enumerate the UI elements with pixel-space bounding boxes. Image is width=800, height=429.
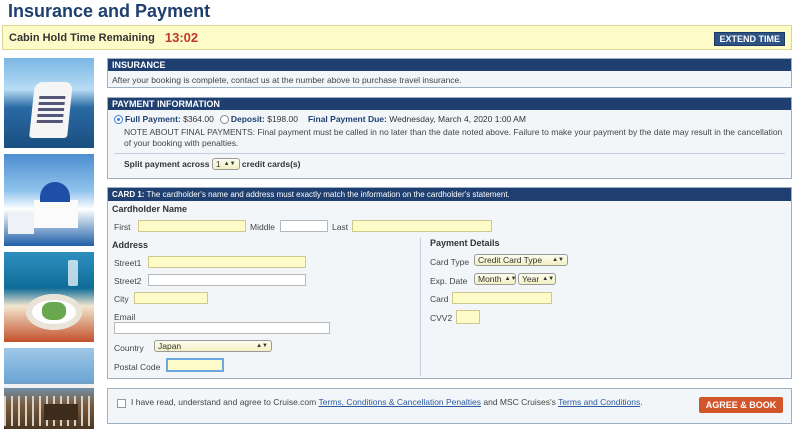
payment-details-heading: Payment Details [430,238,500,248]
chevron-updown-icon: ▲▼ [542,276,555,282]
chevron-updown-icon: ▲▼ [223,161,236,167]
final-payment-note: NOTE ABOUT FINAL PAYMENTS: Final payment… [124,127,783,148]
column-divider [420,238,421,376]
city-input[interactable] [134,292,208,304]
street1-input[interactable] [148,256,306,268]
split-payment-row: Split payment across 1 ▲▼ credit cards(s) [124,158,791,170]
exp-month-select[interactable]: Month ▲▼ [474,273,517,285]
full-payment-label[interactable]: Full Payment: [125,114,181,124]
dining-photo [4,252,94,342]
church-shape [34,200,78,228]
deposit-amount: $198.00 [267,114,298,124]
dome-shape [40,182,70,202]
card-header: CARD 1: The cardholder's name and addres… [108,188,791,201]
balcony-photo [4,348,94,429]
country-value: Japan [158,341,182,351]
extend-time-button[interactable]: EXTEND TIME [714,32,785,46]
split-suffix: credit cards(s) [241,159,301,169]
card-number-input[interactable] [452,292,552,304]
insurance-section: INSURANCE After your booking is complete… [107,58,792,88]
split-count-value: 1 [215,159,221,169]
card-type-select[interactable]: Credit Card Type ▲▼ [474,254,568,266]
card-number-label: CARD 1: [112,190,145,199]
payment-info-section: PAYMENT INFORMATION Full Payment: $364.0… [107,97,792,179]
insurance-header: INSURANCE [108,59,791,71]
agree-suffix: . [640,397,643,407]
agree-text: I have read, understand and agree to Cru… [131,397,651,408]
city-label: City [114,294,129,304]
exp-year-value: Year [522,274,540,284]
address-heading: Address [112,240,149,250]
glass-shape [68,260,78,286]
rail-shape [4,384,94,388]
country-select[interactable]: Japan ▲▼ [154,340,272,352]
deposit-label[interactable]: Deposit: [231,114,265,124]
msc-terms-link[interactable]: Terms and Conditions [558,397,640,407]
street2-label: Street2 [114,276,142,286]
payment-options-row: Full Payment: $364.00 Deposit: $198.00 F… [114,114,791,124]
street2-input[interactable] [148,274,306,286]
payment-info-header: PAYMENT INFORMATION [108,98,791,110]
card-type-value: Credit Card Type [478,255,543,265]
building-shape [8,212,34,234]
exp-year-select[interactable]: Year ▲▼ [518,273,556,285]
exp-date-label: Exp. Date [430,276,468,286]
chairs-shape [44,404,78,420]
hold-time-bar: Cabin Hold Time Remaining 13:02 EXTEND T… [2,25,792,50]
exp-month-value: Month [478,274,502,284]
page-title: Insurance and Payment [8,1,211,21]
country-label: Country [114,343,144,353]
final-due-date: Wednesday, March 4, 2020 1:00 AM [389,114,526,124]
cvv-label: CVV2 [430,313,453,323]
email-label: Email [114,312,136,322]
cruise-terms-link[interactable]: Terms, Conditions & Cancellation Penalti… [318,397,481,407]
hold-timer: 13:02 [164,30,199,45]
agree-middle: and MSC Cruises's [483,397,556,407]
chevron-updown-icon: ▲▼ [552,257,564,263]
cruise-ship-photo [4,58,94,148]
agree-prefix: I have read, understand and agree to Cru… [131,397,317,407]
middle-name-label: Middle [250,222,276,232]
split-count-select[interactable]: 1 ▲▼ [211,158,240,170]
first-name-label: First [114,222,131,232]
agree-checkbox[interactable] [117,399,126,408]
card-instructions: The cardholder's name and address must e… [146,190,510,199]
split-prefix: Split payment across [124,159,210,169]
agree-section: I have read, understand and agree to Cru… [107,388,792,424]
card-section: CARD 1: The cardholder's name and addres… [107,187,792,379]
email-input[interactable] [114,322,330,334]
agree-and-book-button[interactable]: AGREE & BOOK [699,397,783,413]
full-payment-radio[interactable] [114,114,123,124]
deposit-radio[interactable] [219,114,229,124]
cardholder-heading: Cardholder Name [112,204,188,214]
chevron-updown-icon: ▲▼ [504,276,517,282]
postal-code-input[interactable] [166,358,224,372]
street1-label: Street1 [114,258,142,268]
divider [114,153,785,154]
middle-name-input[interactable] [280,220,328,232]
first-name-input[interactable] [138,220,246,232]
food-shape [42,302,66,320]
santorini-photo [4,154,94,246]
full-payment-amount: $364.00 [183,114,214,124]
postal-code-label: Postal Code [114,362,161,372]
ship-shape [29,82,73,138]
insurance-text: After your booking is complete, contact … [112,75,462,85]
hold-time-label: Cabin Hold Time Remaining [9,31,155,44]
card-number-field-label: Card [430,294,449,304]
last-name-input[interactable] [352,220,492,232]
final-due-label: Final Payment Due: [307,114,387,124]
last-name-label: Last [332,222,349,232]
cvv-input[interactable] [456,310,480,324]
chevron-updown-icon: ▲▼ [256,343,268,349]
card-type-label: Card Type [430,257,470,267]
